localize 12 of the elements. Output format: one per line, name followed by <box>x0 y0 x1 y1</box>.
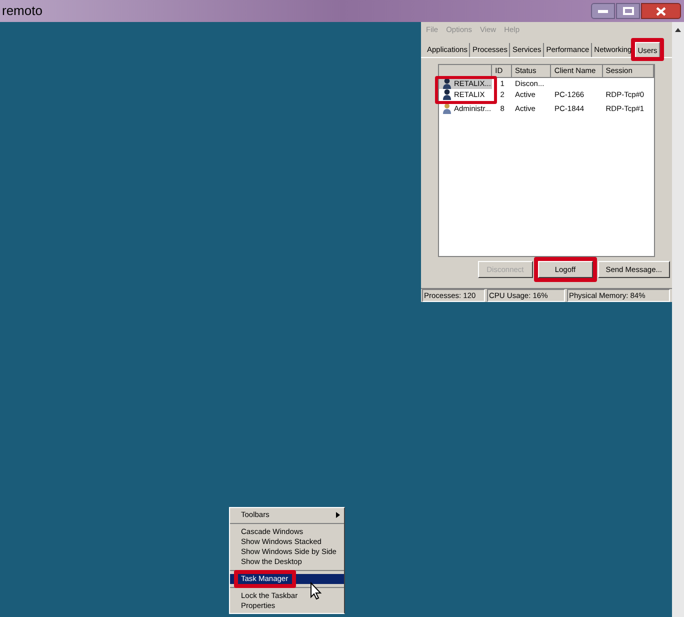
person-icon <box>442 78 452 89</box>
window-title: remoto <box>1 2 42 20</box>
minimize-button[interactable] <box>591 3 615 19</box>
scrollbar[interactable] <box>672 22 684 617</box>
submenu-arrow-icon <box>336 512 340 518</box>
scroll-up-icon[interactable] <box>675 28 681 32</box>
close-icon <box>656 6 666 16</box>
person-icon <box>442 89 452 100</box>
close-button[interactable] <box>641 3 681 19</box>
person-icon <box>442 103 452 114</box>
maximize-button[interactable] <box>616 3 640 19</box>
mouse-cursor-icon <box>310 582 322 600</box>
